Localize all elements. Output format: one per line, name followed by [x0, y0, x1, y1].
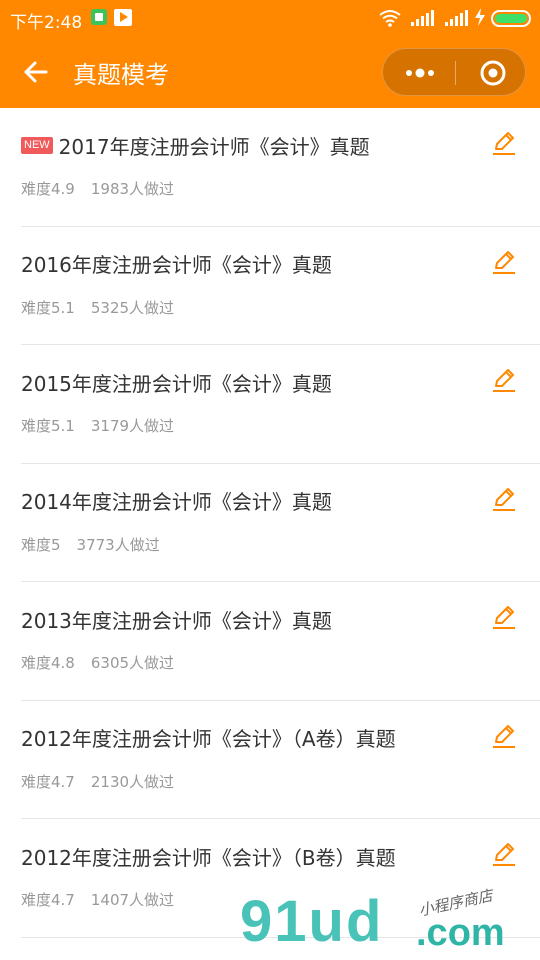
item-title-row: NEW 2017年度注册会计师《会计》真题 [21, 130, 370, 160]
item-meta: 难度5 3773人做过 [21, 534, 160, 555]
sim-card-icon [91, 9, 107, 25]
item-meta: 难度4.7 1407人做过 [21, 889, 174, 910]
item-title-row: 2013年度注册会计师《会计》真题 [21, 604, 332, 634]
pencil-icon[interactable] [491, 130, 517, 156]
status-time: 下午2:48 [10, 13, 83, 33]
charging-bolt-icon [475, 8, 485, 26]
pencil-icon[interactable] [491, 604, 517, 630]
item-meta: 难度4.7 2130人做过 [21, 771, 174, 792]
list-item[interactable]: 2015年度注册会计师《会计》真题 难度5.1 3179人做过 [21, 345, 540, 464]
signal-strength-icon [411, 10, 434, 26]
item-title-row: 2012年度注册会计师《会计》（A卷）真题 [21, 723, 396, 753]
item-meta: 难度4.8 6305人做过 [21, 652, 174, 673]
back-arrow-icon[interactable] [20, 56, 52, 88]
watermark-suffix: .com [416, 912, 505, 954]
item-title: 2017年度注册会计师《会计》真题 [58, 134, 370, 159]
item-title: 2014年度注册会计师《会计》真题 [21, 490, 332, 514]
list-item[interactable]: 2013年度注册会计师《会计》真题 难度4.8 6305人做过 [21, 582, 540, 701]
item-difficulty: 难度5 [21, 535, 61, 554]
item-meta: 难度4.9 1983人做过 [21, 178, 174, 199]
item-count: 1983人做过 [90, 180, 175, 198]
item-title-row: 2012年度注册会计师《会计》（B卷）真题 [21, 841, 396, 871]
pencil-icon[interactable] [491, 723, 517, 749]
item-count: 1407人做过 [90, 891, 175, 909]
item-difficulty: 难度5.1 [21, 298, 75, 317]
battery-level [495, 14, 527, 23]
top-bar: 下午2:48 真题模考 [0, 0, 540, 108]
item-title-row: 2016年度注册会计师《会计》真题 [21, 249, 332, 279]
pencil-icon[interactable] [491, 249, 517, 275]
pencil-icon[interactable] [491, 486, 517, 512]
item-difficulty: 难度4.7 [21, 891, 75, 909]
item-title: 2012年度注册会计师《会计》（A卷）真题 [21, 727, 396, 751]
page-title: 真题模考 [73, 61, 169, 89]
signal-strength-icon [445, 10, 468, 26]
new-badge: NEW [21, 136, 53, 154]
pencil-icon[interactable] [491, 841, 517, 867]
pencil-icon[interactable] [491, 367, 517, 393]
item-title: 2012年度注册会计师《会计》（B卷）真题 [21, 845, 396, 870]
exam-list: NEW 2017年度注册会计师《会计》真题 难度4.9 1983人做过 2016年… [0, 108, 540, 938]
mini-program-capsule [382, 48, 526, 96]
item-title: 2015年度注册会计师《会计》真题 [21, 371, 332, 396]
item-count: 3179人做过 [90, 417, 175, 435]
list-item[interactable]: 2012年度注册会计师《会计》（A卷）真题 难度4.7 2130人做过 [21, 701, 540, 819]
item-difficulty: 难度4.7 [21, 772, 75, 791]
item-difficulty: 难度4.9 [21, 180, 75, 198]
list-item[interactable]: NEW 2017年度注册会计师《会计》真题 难度4.9 1983人做过 [21, 108, 540, 227]
target-close-icon[interactable] [473, 57, 513, 89]
wifi-icon [379, 10, 401, 27]
play-store-icon [114, 9, 132, 26]
item-count: 5325人做过 [90, 298, 175, 317]
item-difficulty: 难度5.1 [21, 417, 75, 435]
item-title: 2016年度注册会计师《会计》真题 [21, 253, 332, 277]
list-item[interactable]: 2014年度注册会计师《会计》真题 难度5 3773人做过 [21, 464, 540, 582]
status-bar: 下午2:48 [0, 0, 540, 36]
item-difficulty: 难度4.8 [21, 654, 75, 672]
capsule-divider [455, 61, 456, 85]
item-meta: 难度5.1 5325人做过 [21, 297, 174, 318]
item-title-row: 2014年度注册会计师《会计》真题 [21, 486, 332, 516]
item-title-row: 2015年度注册会计师《会计》真题 [21, 367, 332, 397]
more-dots-icon[interactable] [397, 57, 443, 89]
watermark-main: 91ud [240, 889, 384, 954]
list-item[interactable]: 2016年度注册会计师《会计》真题 难度5.1 5325人做过 [21, 227, 540, 345]
item-count: 2130人做过 [90, 772, 175, 791]
item-meta: 难度5.1 3179人做过 [21, 415, 174, 436]
item-title: 2013年度注册会计师《会计》真题 [21, 608, 332, 633]
battery-icon [491, 10, 531, 27]
item-count: 6305人做过 [90, 654, 175, 672]
watermark-logo: 91ud 小程序商店 .com [240, 886, 540, 960]
item-count: 3773人做过 [76, 535, 160, 554]
